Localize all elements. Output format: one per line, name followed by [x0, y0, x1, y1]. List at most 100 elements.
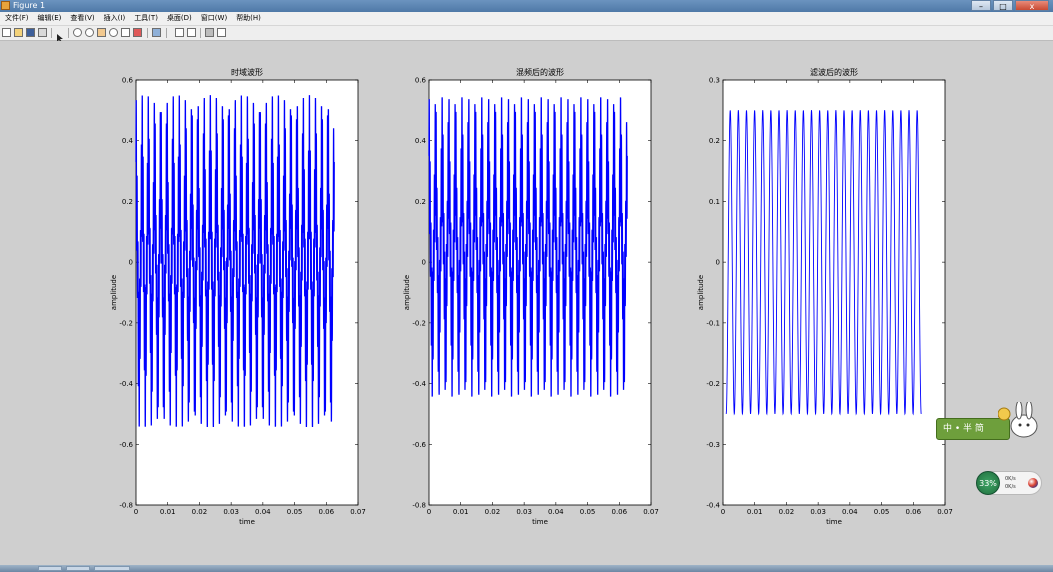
y-tick-label: 0.3 — [709, 77, 720, 85]
y-tick-label: 0 — [129, 259, 133, 267]
y-axis-label: amplitude — [697, 275, 705, 310]
chart-title: 混频后的波形 — [516, 67, 564, 77]
x-tick-label: 0.06 — [318, 508, 334, 516]
matlab-app-icon — [1, 1, 10, 10]
x-tick-label: 0.02 — [485, 508, 501, 516]
y-tick-label: -0.6 — [119, 441, 133, 449]
y-tick-label: 0.2 — [415, 198, 426, 206]
x-tick-label: 0.04 — [255, 508, 271, 516]
x-tick-label: 0.01 — [747, 508, 763, 516]
x-tick-label: 0.02 — [779, 508, 795, 516]
y-axis-label: amplitude — [110, 275, 118, 310]
x-axis-label: time — [532, 518, 548, 526]
x-tick-label: 0 — [134, 508, 138, 516]
ime-toolbar[interactable]: 中 • 半 简 — [936, 402, 1041, 442]
link-icon[interactable] — [152, 28, 161, 37]
menu-edit[interactable]: 编辑(E) — [33, 12, 66, 25]
plot-tools-hide-icon[interactable] — [205, 28, 214, 37]
y-tick-label: 0.1 — [709, 198, 720, 206]
figure-svg: 0 0.01 0.02 0.03 0.04 0.05 0.06 0.07 -0.8 -0.6 -0.… — [110, 67, 953, 526]
window-titlebar: Figure 1 – □ x — [0, 0, 1053, 12]
minimize-button[interactable]: – — [971, 0, 991, 11]
y-tick-label: 0.4 — [122, 137, 134, 145]
download-speed: 0K/s — [1005, 484, 1016, 490]
menu-tools[interactable]: 工具(T) — [129, 12, 162, 25]
x-tick-label: 0.05 — [874, 508, 890, 516]
x-tick-label: 0.06 — [611, 508, 627, 516]
figure-canvas: 0 0.01 0.02 0.03 0.04 0.05 0.06 0.07 -0.8 -0.6 -0.… — [0, 41, 1053, 565]
print-icon[interactable] — [38, 28, 47, 37]
taskbar-button[interactable] — [66, 566, 90, 571]
menu-file[interactable]: 文件(F) — [0, 12, 33, 25]
window-title: Figure 1 — [13, 1, 46, 10]
chart-title: 滤波后的波形 — [810, 67, 858, 77]
x-tick-label: 0.02 — [192, 508, 208, 516]
x-tick-label: 0.07 — [350, 508, 366, 516]
x-tick-label: 0.03 — [516, 508, 532, 516]
zoom-in-icon[interactable] — [73, 28, 82, 37]
y-tick-label: -0.3 — [706, 441, 720, 449]
rotate-icon[interactable] — [109, 28, 118, 37]
x-tick-label: 0.05 — [580, 508, 596, 516]
pointer-icon[interactable] — [56, 28, 65, 43]
toolbar-separator — [68, 28, 69, 38]
zoom-out-icon[interactable] — [85, 28, 94, 37]
taskbar — [0, 565, 1053, 572]
y-tick-label: 0.4 — [415, 137, 427, 145]
x-axis-label: time — [239, 518, 255, 526]
taskbar-button[interactable] — [94, 566, 130, 571]
axes-1: 0 0.01 0.02 0.03 0.04 0.05 0.06 0.07 -0.8 -0.6 -0.… — [110, 67, 366, 526]
open-icon[interactable] — [14, 28, 23, 37]
data-cursor-icon[interactable] — [121, 28, 130, 37]
network-meter-widget[interactable]: 33% 0K/s 0K/s — [976, 471, 1042, 495]
x-tick-label: 0.03 — [810, 508, 826, 516]
toolbar-separator — [147, 28, 148, 38]
window-controls: – □ x — [971, 0, 1049, 12]
y-tick-label: 0.6 — [122, 77, 134, 85]
y-tick-label: -0.2 — [706, 380, 720, 388]
plot-tools-show-icon[interactable] — [217, 28, 226, 37]
y-tick-label: -0.4 — [119, 380, 133, 388]
y-tick-label: -0.4 — [412, 380, 426, 388]
chart-title: 时域波形 — [231, 67, 263, 77]
figure-toolbar — [0, 26, 1053, 43]
new-figure-icon[interactable] — [2, 28, 11, 37]
menu-help[interactable]: 帮助(H) — [231, 12, 265, 25]
x-tick-label: 0.05 — [287, 508, 303, 516]
toolbar-separator — [51, 28, 52, 38]
colorbar-icon[interactable] — [175, 28, 184, 37]
x-axis-label: time — [826, 518, 842, 526]
x-tick-label: 0.01 — [453, 508, 469, 516]
y-tick-label: -0.8 — [119, 502, 133, 510]
axes-3: 0 0.01 0.02 0.03 0.04 0.05 0.06 0.07 -0.4 -0.3 -0.… — [697, 67, 953, 526]
y-tick-label: -0.4 — [706, 502, 720, 510]
x-tick-label: 0.03 — [223, 508, 239, 516]
y-tick-label: -0.2 — [412, 319, 426, 327]
maximize-button[interactable]: □ — [993, 0, 1013, 11]
menu-view[interactable]: 查看(V) — [65, 12, 98, 25]
upload-speed: 0K/s — [1005, 476, 1016, 482]
y-tick-label: 0 — [422, 259, 426, 267]
menu-desktop[interactable]: 桌面(D) — [162, 12, 196, 25]
y-tick-label: -0.6 — [412, 441, 426, 449]
x-tick-label: 0.07 — [937, 508, 953, 516]
close-button[interactable]: x — [1015, 0, 1049, 11]
x-tick-label: 0.01 — [160, 508, 176, 516]
pan-icon[interactable] — [97, 28, 106, 37]
taskbar-button[interactable] — [38, 566, 62, 571]
y-tick-label: 0.6 — [415, 77, 427, 85]
menu-window[interactable]: 窗口(W) — [196, 12, 231, 25]
x-tick-label: 0 — [427, 508, 431, 516]
x-tick-label: 0.07 — [643, 508, 659, 516]
meter-ball-icon — [1028, 478, 1038, 488]
y-tick-label: -0.8 — [412, 502, 426, 510]
toolbar-separator — [200, 28, 201, 38]
save-icon[interactable] — [26, 28, 35, 37]
axes-2: 0 0.01 0.02 0.03 0.04 0.05 0.06 0.07 -0.8 -0.6 -0.… — [403, 67, 659, 526]
legend-icon[interactable] — [187, 28, 196, 37]
menu-insert[interactable]: 插入(I) — [99, 12, 130, 25]
y-axis-label: amplitude — [403, 275, 411, 310]
y-tick-label: 0.2 — [122, 198, 133, 206]
toolbar-separator — [166, 28, 167, 38]
brush-icon[interactable] — [133, 28, 142, 37]
